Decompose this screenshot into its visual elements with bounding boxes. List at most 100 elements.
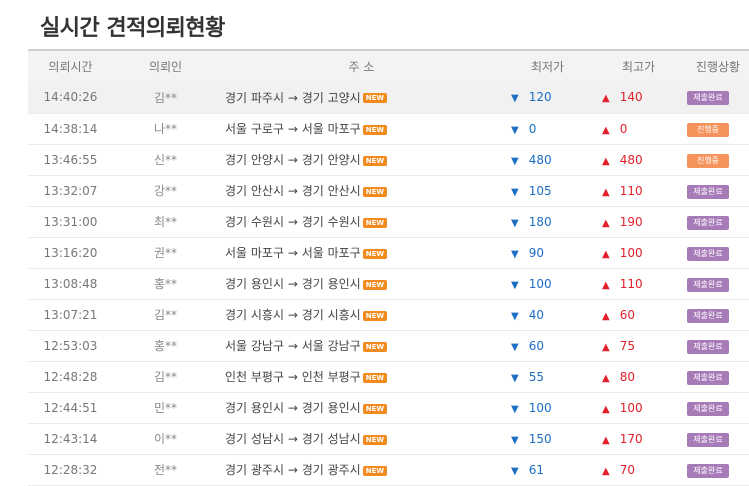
down-triangle-icon: ▼	[511, 186, 519, 198]
down-triangle-icon: ▼	[511, 155, 519, 167]
status-badge: 제출완료	[687, 184, 729, 199]
request-time: 12:43:14	[43, 431, 98, 446]
highest-price-cell: ▲ 100	[590, 237, 687, 268]
status-badge: 제출완료	[687, 215, 729, 230]
highest-price: 75	[619, 338, 635, 353]
highest-price-cell: ▲ 100	[590, 392, 687, 423]
table-row[interactable]: 13:16:20 권** 서울 마포구 → 서울 마포구 NEW ▼ 90 ▲ 100 제출완료	[28, 237, 749, 268]
down-triangle-icon: ▼	[511, 403, 519, 415]
new-badge: NEW	[362, 465, 388, 476]
highest-price-cell: ▲ 110	[590, 268, 687, 299]
status-cell: 제출완료	[687, 206, 749, 237]
table-row[interactable]: 14:40:26 김** 경기 파주시 → 경기 고양시 NEW ▼ 120 ▲ 140 제출완…	[28, 82, 749, 113]
status-cell: 제출완료	[687, 392, 749, 423]
address-cell: 경기 파주시 → 경기 고양시 NEW	[218, 82, 505, 113]
lowest-price-cell: ▼ 55	[505, 361, 590, 392]
table-row[interactable]: 14:38:14 나** 서울 구로구 → 서울 마포구 NEW ▼ 0 ▲ 0 진행중	[28, 113, 749, 144]
requester-name: 민**	[153, 401, 178, 415]
address-cell: 서울 강남구 → 서울 강남구 NEW	[218, 330, 505, 361]
column-header-address: 주 소	[348, 60, 375, 74]
up-triangle-icon: ▲	[602, 341, 610, 353]
requester-name: 김**	[153, 308, 178, 322]
table-row[interactable]: 13:08:48 홍** 경기 용인시 → 경기 용인시 NEW ▼ 100 ▲ 110 제출완…	[28, 268, 749, 299]
address-text: 경기 수원시 → 경기 수원시	[225, 215, 361, 229]
address-text: 경기 광주시 → 경기 광주시	[225, 463, 361, 477]
table-row[interactable]: 13:07:21 김** 경기 시흥시 → 경기 시흥시 NEW ▼ 40 ▲ 60 제출완료	[28, 299, 749, 330]
table-row[interactable]: 13:46:55 신** 경기 안양시 → 경기 안양시 NEW ▼ 480 ▲ 480 진행중	[28, 144, 749, 175]
column-header-requester: 의뢰인	[148, 60, 183, 74]
address-text: 경기 용인시 → 경기 용인시	[225, 277, 361, 291]
up-triangle-icon: ▲	[602, 465, 610, 477]
highest-price-cell: ▲ 75	[590, 330, 687, 361]
highest-price-cell: ▲ 60	[590, 299, 687, 330]
highest-price-cell: ▲ 80	[590, 361, 687, 392]
table-row[interactable]: 13:31:00 최** 경기 수원시 → 경기 수원시 NEW ▼ 180 ▲ 190 제출완…	[28, 206, 749, 237]
lowest-price-cell: ▼ 120	[505, 82, 590, 113]
lowest-price: 60	[528, 338, 544, 353]
lowest-price: 480	[528, 152, 552, 167]
address-text: 서울 구로구 → 서울 마포구	[225, 122, 361, 136]
request-time: 14:38:14	[43, 121, 98, 136]
highest-price: 80	[619, 369, 635, 384]
page-title: 실시간 견적의뢰현황	[40, 16, 225, 41]
up-triangle-icon: ▲	[602, 434, 610, 446]
up-triangle-icon: ▲	[602, 186, 610, 198]
table-body: 14:40:26 김** 경기 파주시 → 경기 고양시 NEW ▼ 120 ▲ 140 제출완…	[28, 82, 749, 485]
address-text: 인천 부평구 → 인천 부평구	[225, 370, 361, 384]
lowest-price-cell: ▼ 180	[505, 206, 590, 237]
lowest-price: 150	[528, 431, 552, 446]
up-triangle-icon: ▲	[602, 248, 610, 260]
highest-price: 70	[619, 462, 635, 477]
down-triangle-icon: ▼	[511, 372, 519, 384]
down-triangle-icon: ▼	[511, 248, 519, 260]
status-cell: 제출완료	[687, 423, 749, 454]
up-triangle-icon: ▲	[602, 217, 610, 229]
request-time: 12:48:28	[43, 369, 98, 384]
request-time: 12:28:32	[43, 462, 98, 477]
status-cell: 제출완료	[687, 237, 749, 268]
lowest-price: 100	[528, 400, 552, 415]
down-triangle-icon: ▼	[511, 465, 519, 477]
table-row[interactable]: 12:44:51 민** 경기 용인시 → 경기 용인시 NEW ▼ 100 ▲ 100 제출완…	[28, 392, 749, 423]
requester-name: 최**	[153, 215, 178, 229]
requester-name: 김**	[153, 370, 178, 384]
new-badge: NEW	[362, 186, 388, 197]
address-cell: 경기 용인시 → 경기 용인시 NEW	[218, 392, 505, 423]
down-triangle-icon: ▼	[511, 124, 519, 136]
status-badge: 제출완료	[687, 308, 729, 323]
lowest-price: 180	[528, 214, 552, 229]
lowest-price-cell: ▼ 100	[505, 268, 590, 299]
new-badge: NEW	[362, 434, 388, 445]
column-header-highest-price: 최고가	[621, 60, 656, 74]
status-cell: 제출완료	[687, 454, 749, 485]
table-row[interactable]: 12:53:03 홍** 서울 강남구 → 서울 강남구 NEW ▼ 60 ▲ 75 제출완료	[28, 330, 749, 361]
requester-name: 신**	[153, 153, 178, 167]
request-time: 13:07:21	[43, 307, 98, 322]
table-header: 의뢰시간 의뢰인 주 소 최저가 최고가 진행상황	[28, 50, 749, 82]
requester-name: 홍**	[153, 339, 178, 353]
up-triangle-icon: ▲	[602, 310, 610, 322]
up-triangle-icon: ▲	[602, 155, 610, 167]
quote-request-table-container: 의뢰시간 의뢰인 주 소 최저가 최고가 진행상황 14:40:26 김** 경기 …	[28, 49, 749, 486]
up-triangle-icon: ▲	[602, 403, 610, 415]
lowest-price: 90	[528, 245, 544, 260]
status-badge: 제출완료	[687, 370, 729, 385]
down-triangle-icon: ▼	[511, 310, 519, 322]
table-row[interactable]: 12:43:14 이** 경기 성남시 → 경기 성남시 NEW ▼ 150 ▲ 170 제출완…	[28, 423, 749, 454]
new-badge: NEW	[362, 372, 388, 383]
highest-price: 110	[619, 276, 643, 291]
address-text: 서울 마포구 → 서울 마포구	[225, 246, 361, 260]
new-badge: NEW	[362, 155, 388, 166]
table-row[interactable]: 12:28:32 전** 경기 광주시 → 경기 광주시 NEW ▼ 61 ▲ 70 제출완료	[28, 454, 749, 485]
highest-price: 480	[619, 152, 643, 167]
highest-price: 110	[619, 183, 643, 198]
highest-price-cell: ▲ 190	[590, 206, 687, 237]
status-badge: 제출완료	[687, 339, 729, 354]
new-badge: NEW	[362, 279, 388, 290]
table-row[interactable]: 13:32:07 강** 경기 안산시 → 경기 안산시 NEW ▼ 105 ▲ 110 제출완…	[28, 175, 749, 206]
request-time: 13:08:48	[43, 276, 98, 291]
highest-price-cell: ▲ 70	[590, 454, 687, 485]
status-badge: 제출완료	[687, 277, 729, 292]
up-triangle-icon: ▲	[602, 372, 610, 384]
table-row[interactable]: 12:48:28 김** 인천 부평구 → 인천 부평구 NEW ▼ 55 ▲ 80 제출완료	[28, 361, 749, 392]
